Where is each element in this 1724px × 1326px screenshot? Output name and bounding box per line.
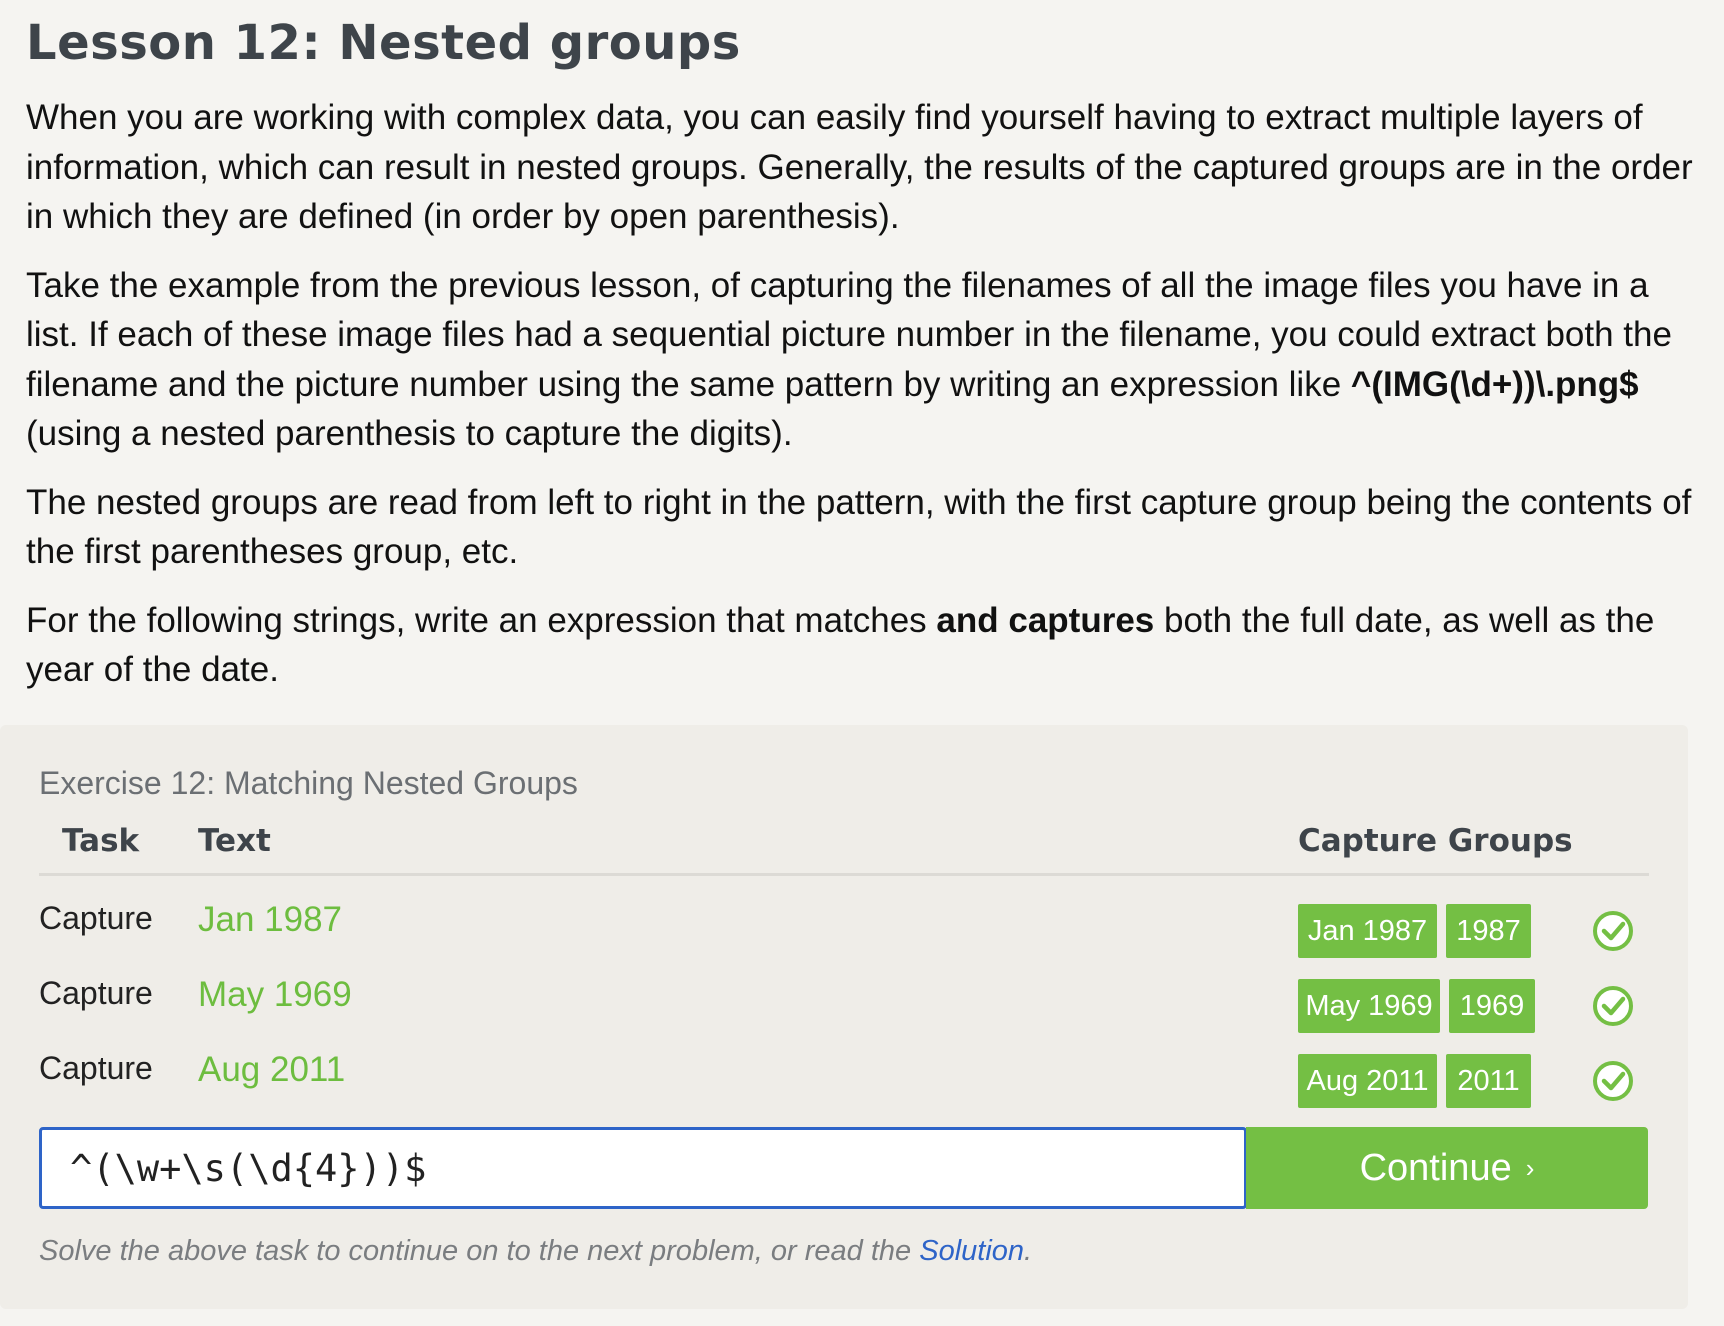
column-header-task: Task <box>62 823 140 859</box>
column-header-text: Text <box>198 823 271 859</box>
hint-text-before: Solve the above task to continue on to t… <box>39 1235 920 1267</box>
row-task: Capture <box>39 900 153 936</box>
exercise-panel: Exercise 12: Matching Nested Groups Task… <box>0 725 1688 1309</box>
continue-label: Continue <box>1359 1147 1512 1189</box>
row-text: Jan 1987 <box>198 900 343 939</box>
solution-link[interactable]: Solution <box>919 1235 1024 1267</box>
row-text: May 1969 <box>198 975 352 1014</box>
check-circle-icon <box>1593 1061 1633 1101</box>
regex-input[interactable] <box>42 1130 1244 1206</box>
capture-group-badge: May 1969 <box>1298 979 1440 1033</box>
hint-text-after: . <box>1024 1235 1033 1267</box>
table-row: Capture Jan 1987 Jan 1987 1987 <box>0 900 1688 960</box>
header-divider <box>39 873 1649 876</box>
table-row: Capture May 1969 May 1969 1969 <box>0 975 1688 1035</box>
row-task: Capture <box>39 975 153 1011</box>
lesson-paragraph-order: The nested groups are read from left to … <box>26 482 1692 572</box>
capture-group-badge: Jan 1987 <box>1298 904 1437 958</box>
exercise-title: Exercise 12: Matching Nested Groups <box>39 765 578 801</box>
lesson-paragraph-example: Take the example from the previous lesso… <box>26 261 1706 459</box>
continue-button[interactable]: Continue › <box>1246 1127 1648 1209</box>
lesson-title: Lesson 12: Nested groups <box>26 15 741 71</box>
regex-input-wrapper <box>39 1127 1247 1209</box>
hint-text: Solve the above task to continue on to t… <box>39 1235 1032 1268</box>
column-header-capture-groups: Capture Groups <box>1298 823 1573 859</box>
capture-group-badge: 2011 <box>1446 1054 1531 1108</box>
row-task: Capture <box>39 1050 153 1086</box>
check-circle-icon <box>1593 911 1633 951</box>
task-text-bold: and captures <box>936 600 1155 640</box>
lesson-paragraph-task: For the following strings, write an expr… <box>26 596 1706 695</box>
capture-group-badge: 1987 <box>1446 904 1531 958</box>
lesson-paragraph-intro: When you are working with complex data, … <box>26 98 1693 236</box>
example-text-after: (using a nested parenthesis to capture t… <box>26 414 793 453</box>
row-text: Aug 2011 <box>198 1050 346 1089</box>
example-pattern: ^(IMG(\d+))\.png$ <box>1350 364 1639 404</box>
chevron-right-icon: › <box>1525 1153 1535 1183</box>
capture-group-badge: 1969 <box>1449 979 1535 1033</box>
capture-group-badge: Aug 2011 <box>1298 1054 1437 1108</box>
lesson-content: Lesson 12: Nested groups When you are wo… <box>26 0 1706 695</box>
task-text-before: For the following strings, write an expr… <box>26 600 937 640</box>
table-row: Capture Aug 2011 Aug 2011 2011 <box>0 1050 1688 1110</box>
check-circle-icon <box>1593 986 1633 1026</box>
